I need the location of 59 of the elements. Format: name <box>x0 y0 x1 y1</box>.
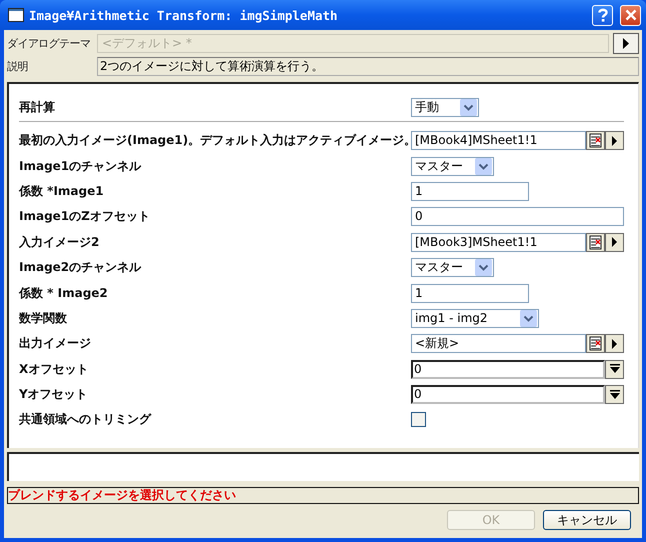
input-field[interactable]: 0 <box>411 207 624 226</box>
menu-arrow-button[interactable] <box>605 232 624 252</box>
description-text: 2つのイメージに対して算術演算を行う。 <box>97 57 639 76</box>
input-field[interactable]: 1 <box>411 182 529 201</box>
sheet-picker-button[interactable] <box>586 334 605 354</box>
dropdown-button[interactable] <box>605 385 624 404</box>
description-label: 説明 <box>7 59 29 74</box>
dropdown[interactable]: img1 - img2 <box>411 308 539 328</box>
play-icon <box>622 38 630 49</box>
cancel-button[interactable]: キャンセル <box>543 510 631 530</box>
dropdown[interactable]: マスター <box>411 258 494 278</box>
field-label: 出力イメージ <box>19 335 92 352</box>
dropdown[interactable]: 手動 <box>411 98 479 116</box>
menu-arrow-button[interactable] <box>605 334 624 354</box>
field-label: 共通領域へのトリミング <box>19 411 152 428</box>
caret-down-icon <box>608 364 620 374</box>
chevron-down-icon <box>475 158 492 175</box>
sheet-picker-button[interactable] <box>586 232 605 252</box>
field-label: 再計算 <box>19 98 56 116</box>
chevron-down-icon <box>475 259 492 276</box>
sheet-picker-button[interactable] <box>586 131 605 150</box>
field-label: 入力イメージ2 <box>19 234 100 251</box>
input-field[interactable]: [MBook3]MSheet1!1 <box>411 232 586 252</box>
input-field[interactable]: <新規> <box>411 334 586 354</box>
field-label: Yオフセット <box>19 386 89 404</box>
help-button[interactable] <box>592 4 613 26</box>
close-icon <box>624 9 636 21</box>
input-field[interactable]: 0 <box>411 360 605 379</box>
field-label: Xオフセット <box>19 360 90 378</box>
window-title: Image¥Arithmetic Transform: imgSimpleMath <box>29 8 338 22</box>
theme-label: ダイアログテーマ <box>7 36 92 51</box>
spreadsheet-icon <box>588 133 602 148</box>
theme-menu-button[interactable] <box>613 33 639 54</box>
close-button[interactable] <box>620 4 641 26</box>
input-field[interactable]: 1 <box>411 284 529 303</box>
play-icon <box>611 237 618 248</box>
window-icon <box>8 8 24 22</box>
input-field[interactable]: 0 <box>411 385 605 404</box>
status-message: ブレンドするイメージを選択してください <box>7 487 639 504</box>
field-label: Image1のZオフセット <box>19 208 151 226</box>
field-label: 係数 *Image1 <box>19 182 105 200</box>
field-label: Image2のチャンネル <box>19 259 142 276</box>
chevron-down-icon <box>520 310 537 327</box>
menu-arrow-button[interactable] <box>605 131 624 150</box>
help-icon <box>596 8 608 22</box>
field-label: 数学関数 <box>19 310 68 327</box>
dropdown-button[interactable] <box>605 360 624 379</box>
play-icon <box>611 136 618 146</box>
field-label: 係数 * Image2 <box>19 284 109 302</box>
caret-down-icon <box>608 390 620 400</box>
spreadsheet-icon <box>588 234 602 250</box>
field-label: 最初の入力イメージ(Image1)。デフォルト入力はアクティブイメージ。 <box>19 132 411 150</box>
field-label: Image1のチャンネル <box>19 158 142 175</box>
dropdown[interactable]: マスター <box>411 156 494 176</box>
spreadsheet-icon <box>588 336 602 352</box>
input-field[interactable]: [MBook4]MSheet1!1 <box>411 131 586 150</box>
chevron-down-icon <box>460 98 477 116</box>
play-icon <box>611 338 618 349</box>
checkbox[interactable] <box>411 412 426 428</box>
